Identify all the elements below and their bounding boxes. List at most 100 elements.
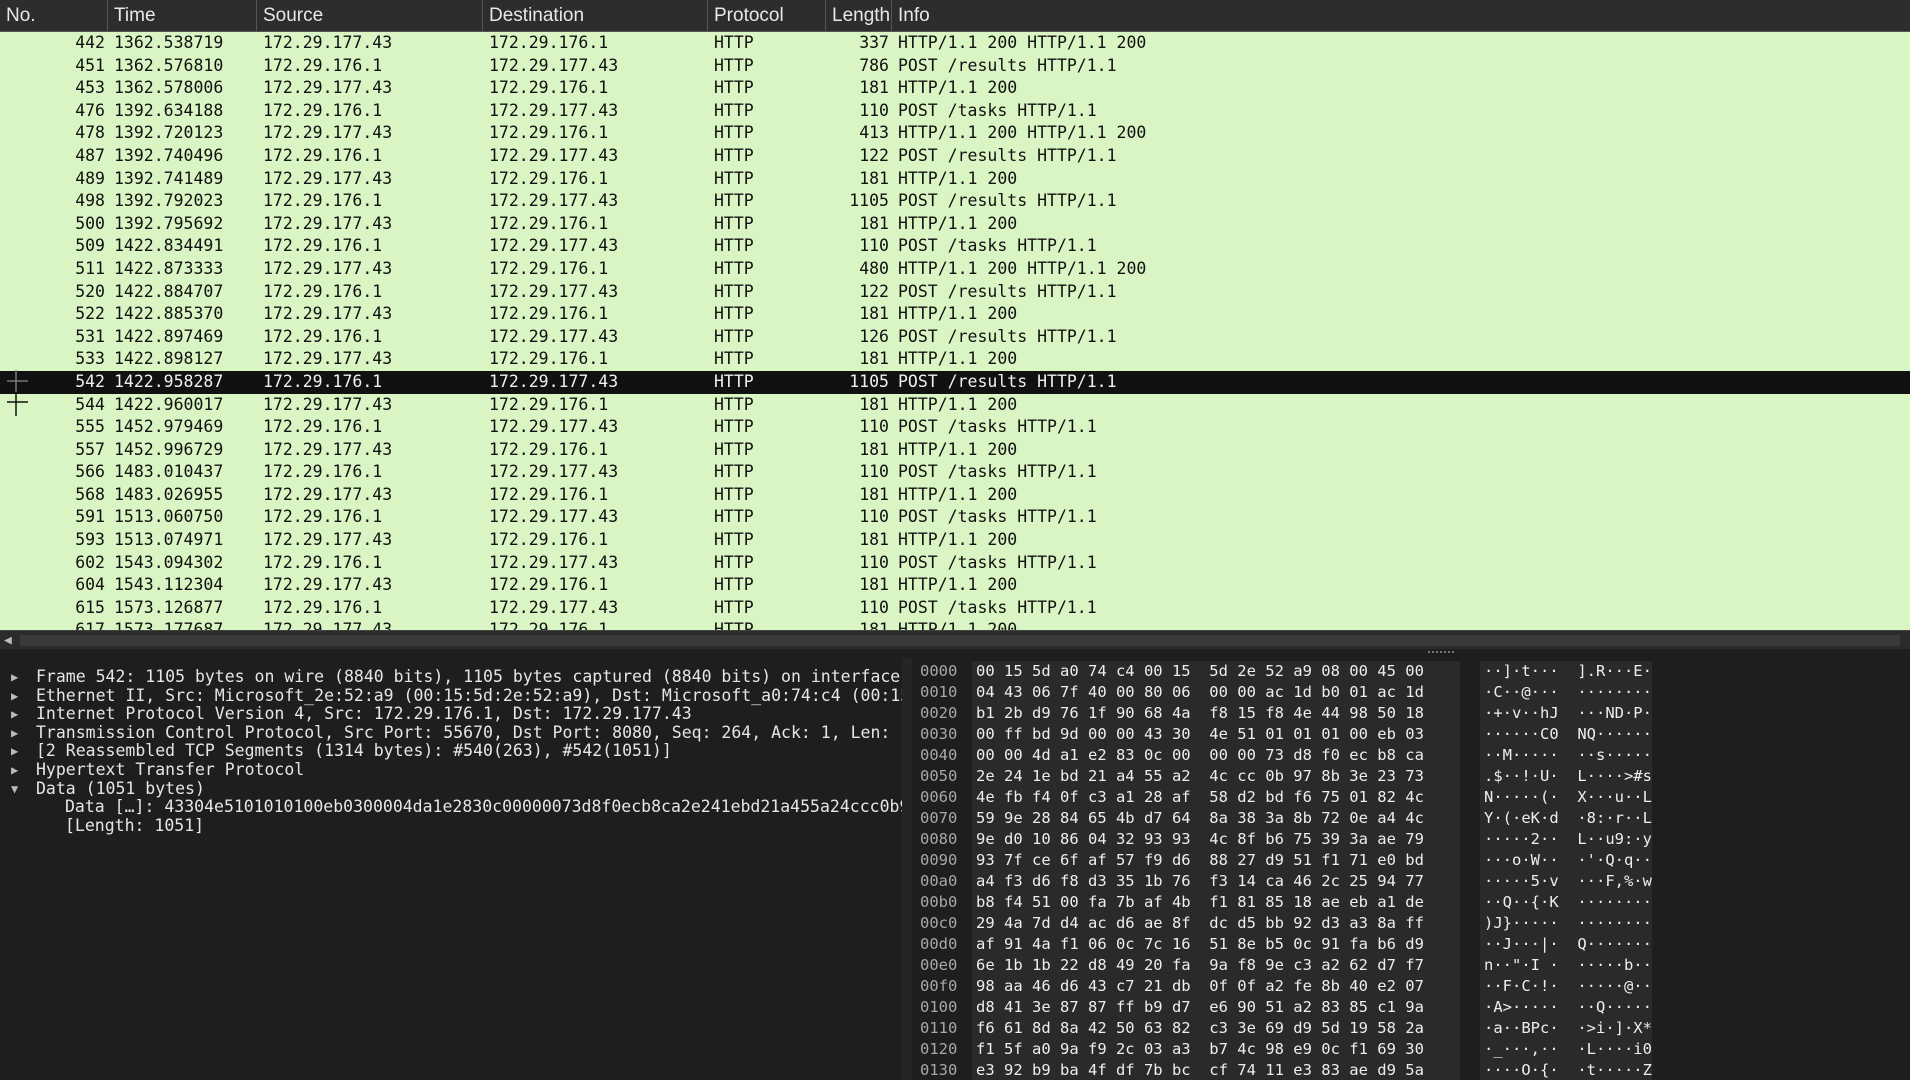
hex-ascii[interactable]: N·····(· X···u··L — [1480, 787, 1652, 808]
hex-bytes[interactable]: af 91 4a f1 06 0c 7c 16 51 8e b5 0c 91 f… — [972, 934, 1460, 955]
packet-row[interactable]: 478 1392.720123 172.29.177.43 172.29.176.1 H… — [0, 122, 1910, 145]
hex-row[interactable]: 0110 f6 61 8d 8a 42 50 63 82 c3 3e 69 d9 … — [912, 1018, 1910, 1039]
hex-ascii[interactable]: n··"·I · ·····b·· — [1480, 955, 1652, 976]
column-header-length[interactable]: Length — [826, 0, 892, 32]
packet-row[interactable]: 509 1422.834491 172.29.176.1 172.29.177.43 H… — [0, 235, 1910, 258]
packet-row[interactable]: 568 1483.026955 172.29.177.43 172.29.176.1 H… — [0, 484, 1910, 507]
hex-row[interactable]: 0020 b1 2b d9 76 1f 90 68 4a f8 15 f8 4e … — [912, 703, 1910, 724]
packet-row[interactable]: 487 1392.740496 172.29.176.1 172.29.177.43 H… — [0, 145, 1910, 168]
detail-tree-item[interactable]: [Length: 1051] — [0, 815, 902, 838]
hex-row[interactable]: 0100 d8 41 3e 87 87 ff b9 d7 e6 90 51 a2 … — [912, 997, 1910, 1018]
column-header-destination[interactable]: Destination — [483, 0, 708, 32]
hex-bytes[interactable]: 00 ff bd 9d 00 00 43 30 4e 51 01 01 01 0… — [972, 724, 1460, 745]
hex-bytes[interactable]: b8 f4 51 00 fa 7b af 4b f1 81 85 18 ae e… — [972, 892, 1460, 913]
hex-bytes[interactable]: f1 5f a0 9a f9 2c 03 a3 b7 4c 98 e9 0c f… — [972, 1039, 1460, 1060]
packet-row[interactable]: 500 1392.795692 172.29.177.43 172.29.176.1 H… — [0, 213, 1910, 236]
hex-bytes[interactable]: 6e 1b 1b 22 d8 49 20 fa 9a f8 9e c3 a2 6… — [972, 955, 1460, 976]
hex-ascii[interactable]: Y·(·eK·d ·8:·r··L — [1480, 808, 1652, 829]
hex-bytes[interactable]: 29 4a 7d d4 ac d6 ae 8f dc d5 bb 92 d3 a… — [972, 913, 1460, 934]
hex-bytes[interactable]: 04 43 06 7f 40 00 80 06 00 00 ac 1d b0 0… — [972, 682, 1460, 703]
hex-ascii[interactable]: ··J···|· Q······· — [1480, 934, 1652, 955]
column-header-protocol[interactable]: Protocol — [708, 0, 826, 32]
column-header-time[interactable]: Time — [108, 0, 257, 32]
packet-row[interactable]: 453 1362.578006 172.29.177.43 172.29.176.1 H… — [0, 77, 1910, 100]
hex-row[interactable]: 0000 00 15 5d a0 74 c4 00 15 5d 2e 52 a9 … — [912, 661, 1910, 682]
splitter-grip-icon[interactable] — [1428, 651, 1454, 654]
hex-row[interactable]: 0070 59 9e 28 84 65 4b d7 64 8a 38 3a 8b … — [912, 808, 1910, 829]
hex-bytes[interactable]: a4 f3 d6 f8 d3 35 1b 76 f3 14 ca 46 2c 2… — [972, 871, 1460, 892]
hex-row[interactable]: 0090 93 7f ce 6f af 57 f9 d6 88 27 d9 51 … — [912, 850, 1910, 871]
hex-row[interactable]: 0130 e3 92 b9 ba 4f df 7b bc cf 74 11 e3 … — [912, 1060, 1910, 1080]
hex-ascii[interactable]: ·_···,·· ·L····i0 — [1480, 1039, 1652, 1060]
packet-list[interactable]: No. Time Source Destination Protocol Len… — [0, 0, 1910, 630]
hex-bytes[interactable]: d8 41 3e 87 87 ff b9 d7 e6 90 51 a2 83 8… — [972, 997, 1460, 1018]
hex-row[interactable]: 00a0 a4 f3 d6 f8 d3 35 1b 76 f3 14 ca 46 … — [912, 871, 1910, 892]
pane-splitter[interactable] — [0, 649, 1910, 658]
packet-row[interactable]: 533 1422.898127 172.29.177.43 172.29.176.1 H… — [0, 348, 1910, 371]
hex-row[interactable]: 00d0 af 91 4a f1 06 0c 7c 16 51 8e b5 0c … — [912, 934, 1910, 955]
packet-row[interactable]: 557 1452.996729 172.29.177.43 172.29.176.1 H… — [0, 439, 1910, 462]
hex-bytes[interactable]: f6 61 8d 8a 42 50 63 82 c3 3e 69 d9 5d 1… — [972, 1018, 1460, 1039]
hex-bytes[interactable]: b1 2b d9 76 1f 90 68 4a f8 15 f8 4e 44 9… — [972, 703, 1460, 724]
column-header-info[interactable]: Info — [892, 0, 1910, 32]
packet-row[interactable]: 591 1513.060750 172.29.176.1 172.29.177.43 H… — [0, 506, 1910, 529]
packet-row[interactable]: 522 1422.885370 172.29.177.43 172.29.176.1 H… — [0, 303, 1910, 326]
hex-row[interactable]: 0120 f1 5f a0 9a f9 2c 03 a3 b7 4c 98 e9 … — [912, 1039, 1910, 1060]
horizontal-scrollbar[interactable]: ◀ — [0, 630, 1910, 649]
hex-ascii[interactable]: ·+·v··hJ ···ND·P· — [1480, 703, 1652, 724]
column-header-source[interactable]: Source — [257, 0, 483, 32]
column-header-no[interactable]: No. — [0, 0, 108, 32]
hex-ascii[interactable]: ·a··BPc· ·>i·]·X* — [1480, 1018, 1652, 1039]
details-bytes-divider[interactable] — [902, 658, 912, 1080]
hex-bytes[interactable]: 59 9e 28 84 65 4b d7 64 8a 38 3a 8b 72 0… — [972, 808, 1460, 829]
scrollbar-thumb[interactable] — [20, 635, 1900, 646]
hex-bytes[interactable]: e3 92 b9 ba 4f df 7b bc cf 74 11 e3 83 a… — [972, 1060, 1460, 1080]
hex-ascii[interactable]: ·C··@··· ········ — [1480, 682, 1652, 703]
hex-row[interactable]: 00c0 29 4a 7d d4 ac d6 ae 8f dc d5 bb 92 … — [912, 913, 1910, 934]
packet-row[interactable]: 511 1422.873333 172.29.177.43 172.29.176.1 H… — [0, 258, 1910, 281]
packet-row[interactable]: 451 1362.576810 172.29.176.1 172.29.177.43 H… — [0, 55, 1910, 78]
packet-row[interactable]: 542 1422.958287 172.29.176.1 172.29.177.43 H… — [0, 370, 1910, 394]
hex-bytes[interactable]: 00 00 4d a1 e2 83 0c 00 00 00 73 d8 f0 e… — [972, 745, 1460, 766]
hex-row[interactable]: 0040 00 00 4d a1 e2 83 0c 00 00 00 73 d8 … — [912, 745, 1910, 766]
packet-row[interactable]: 615 1573.126877 172.29.176.1 172.29.177.43 H… — [0, 597, 1910, 620]
packet-row[interactable]: 498 1392.792023 172.29.176.1 172.29.177.43 H… — [0, 190, 1910, 213]
packet-row[interactable]: 604 1543.112304 172.29.177.43 172.29.176.1 H… — [0, 574, 1910, 597]
packet-row[interactable]: 617 1573.177687 172.29.177.43 172.29.176.1 H… — [0, 619, 1910, 630]
scroll-left-icon[interactable]: ◀ — [4, 633, 12, 648]
hex-ascii[interactable]: ··Q··{·K ········ — [1480, 892, 1652, 913]
hex-ascii[interactable]: ····O·{· ·t·····Z — [1480, 1060, 1652, 1080]
packet-row[interactable]: 442 1362.538719 172.29.177.43 172.29.176.1 H… — [0, 32, 1910, 55]
hex-row[interactable]: 0030 00 ff bd 9d 00 00 43 30 4e 51 01 01 … — [912, 724, 1910, 745]
packet-row[interactable]: 544 1422.960017 172.29.177.43 172.29.176.1 H… — [0, 394, 1910, 417]
hex-bytes[interactable]: 9e d0 10 86 04 32 93 93 4c 8f b6 75 39 3… — [972, 829, 1460, 850]
hex-ascii[interactable]: ·····2·· L··u9:·y — [1480, 829, 1652, 850]
hex-ascii[interactable]: ··M····· ··s····· — [1480, 745, 1652, 766]
packet-row[interactable]: 555 1452.979469 172.29.176.1 172.29.177.43 H… — [0, 416, 1910, 439]
packet-row[interactable]: 602 1543.094302 172.29.176.1 172.29.177.43 H… — [0, 552, 1910, 575]
hex-bytes[interactable]: 93 7f ce 6f af 57 f9 d6 88 27 d9 51 f1 7… — [972, 850, 1460, 871]
hex-row[interactable]: 0060 4e fb f4 0f c3 a1 28 af 58 d2 bd f6 … — [912, 787, 1910, 808]
hex-ascii[interactable]: ·····5·v ···F,%·w — [1480, 871, 1652, 892]
hex-row[interactable]: 0050 2e 24 1e bd 21 a4 55 a2 4c cc 0b 97 … — [912, 766, 1910, 787]
packet-row[interactable]: 531 1422.897469 172.29.176.1 172.29.177.43 H… — [0, 326, 1910, 349]
hex-bytes[interactable]: 98 aa 46 d6 43 c7 21 db 0f 0f a2 fe 8b 4… — [972, 976, 1460, 997]
packet-row[interactable]: 593 1513.074971 172.29.177.43 172.29.176.1 H… — [0, 529, 1910, 552]
hex-ascii[interactable]: .$··!·U· L····>#s — [1480, 766, 1652, 787]
hex-ascii[interactable]: )J}····· ········ — [1480, 913, 1652, 934]
hex-bytes[interactable]: 00 15 5d a0 74 c4 00 15 5d 2e 52 a9 08 0… — [972, 661, 1460, 682]
hex-ascii[interactable]: ··]·t··· ].R···E· — [1480, 661, 1652, 682]
hex-row[interactable]: 00e0 6e 1b 1b 22 d8 49 20 fa 9a f8 9e c3 … — [912, 955, 1910, 976]
hex-row[interactable]: 00f0 98 aa 46 d6 43 c7 21 db 0f 0f a2 fe … — [912, 976, 1910, 997]
packet-row[interactable]: 566 1483.010437 172.29.176.1 172.29.177.43 H… — [0, 461, 1910, 484]
packet-row[interactable]: 476 1392.634188 172.29.176.1 172.29.177.43 H… — [0, 100, 1910, 123]
hex-ascii[interactable]: ··F·C·!· ·····@·· — [1480, 976, 1652, 997]
hex-bytes[interactable]: 2e 24 1e bd 21 a4 55 a2 4c cc 0b 97 8b 3… — [972, 766, 1460, 787]
hex-row[interactable]: 0080 9e d0 10 86 04 32 93 93 4c 8f b6 75 … — [912, 829, 1910, 850]
packet-row[interactable]: 489 1392.741489 172.29.177.43 172.29.176.1 H… — [0, 168, 1910, 191]
packet-details-pane[interactable]: ▶ Frame 542: 1105 bytes on wire (8840 bit… — [0, 658, 902, 1080]
hex-ascii[interactable]: ······C0 NQ······ — [1480, 724, 1652, 745]
hex-ascii[interactable]: ·A>····· ··Q····· — [1480, 997, 1652, 1018]
hex-row[interactable]: 0010 04 43 06 7f 40 00 80 06 00 00 ac 1d … — [912, 682, 1910, 703]
hex-row[interactable]: 00b0 b8 f4 51 00 fa 7b af 4b f1 81 85 18 … — [912, 892, 1910, 913]
